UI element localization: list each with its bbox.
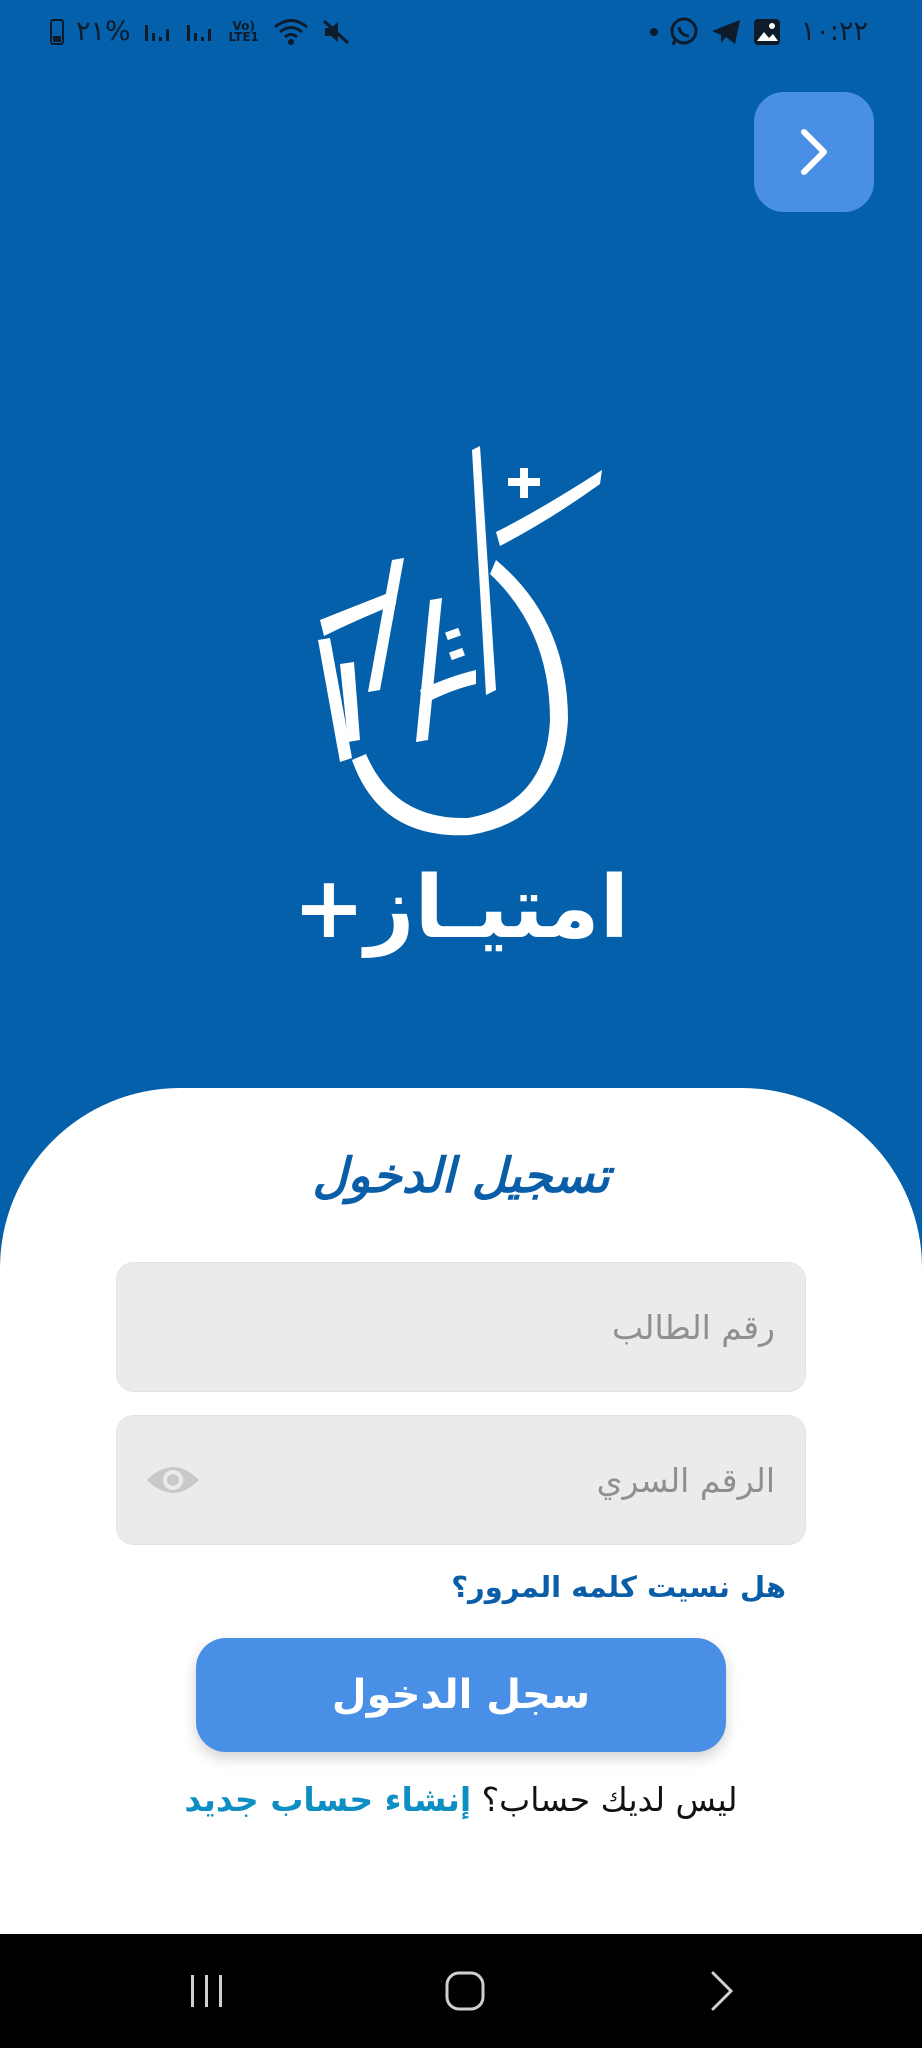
battery-icon <box>50 18 64 45</box>
recents-button[interactable] <box>147 1934 267 2048</box>
login-screen: %٢١ Vo) LTE1 ١٠:٢٢ امتيـاز+ تسجيل الدخول… <box>0 0 922 2048</box>
notification-dot-icon <box>650 28 658 36</box>
password-field[interactable] <box>116 1415 806 1545</box>
password-input[interactable] <box>117 1416 805 1544</box>
forward-button[interactable] <box>754 92 874 212</box>
system-nav-bar <box>0 1934 922 2048</box>
eye-icon[interactable] <box>145 1460 201 1500</box>
login-button[interactable]: سجل الدخول <box>196 1638 726 1752</box>
signal-icon <box>144 24 169 41</box>
status-bar: %٢١ Vo) LTE1 ١٠:٢٢ <box>0 0 922 66</box>
login-title: تسجيل الدخول <box>312 1148 610 1204</box>
chevron-right-icon <box>801 129 827 175</box>
status-right-icons <box>650 16 782 48</box>
brand-name: امتيـاز+ <box>292 858 630 958</box>
student-number-field[interactable] <box>116 1262 806 1392</box>
recents-icon <box>191 1975 222 2007</box>
imtiaz-calligraphy-logo-icon <box>318 446 602 836</box>
mute-icon <box>322 19 349 44</box>
signal-icon-2 <box>186 24 211 41</box>
register-prompt: ليس لديك حساب؟ إنشاء حساب جديد <box>0 1780 922 1819</box>
forgot-password-link[interactable]: هل نسيت كلمه المرور؟ <box>451 1570 786 1604</box>
chevron-right-icon <box>711 1971 734 2011</box>
battery-level: %٢١ <box>76 16 131 47</box>
gallery-icon <box>754 19 780 45</box>
back-button[interactable] <box>662 1934 782 2048</box>
telegram-icon <box>712 20 740 44</box>
home-button[interactable] <box>405 1934 525 2048</box>
no-account-text: ليس لديك حساب؟ <box>471 1780 738 1819</box>
status-time: ١٠:٢٢ <box>800 16 868 47</box>
wifi-icon <box>273 18 308 45</box>
status-left-group: %٢١ Vo) LTE1 <box>50 16 351 47</box>
home-icon <box>445 1971 485 2011</box>
whatsapp-icon <box>670 17 698 46</box>
create-account-link[interactable]: إنشاء حساب جديد <box>184 1780 471 1819</box>
lte-icon: Vo) LTE1 <box>228 18 259 44</box>
student-number-input[interactable] <box>117 1263 805 1391</box>
